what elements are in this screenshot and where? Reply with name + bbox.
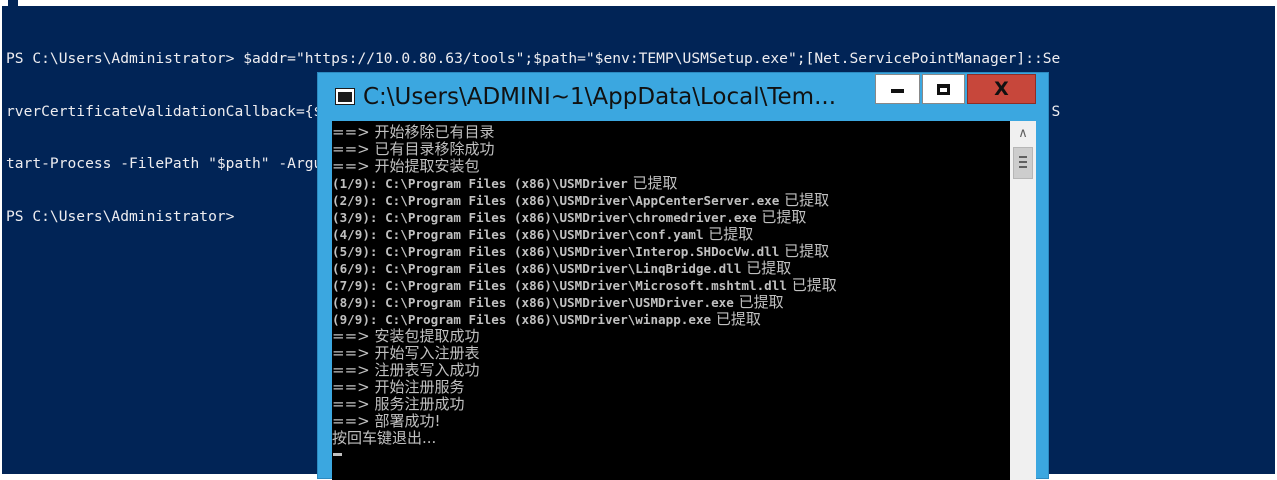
scroll-thumb[interactable] <box>1013 147 1033 179</box>
extract-line: (5/9): C:\Program Files (x86)\USMDriver\… <box>332 243 1010 260</box>
minimize-icon <box>891 89 904 93</box>
console-line-text: ==> 开始写入注册表 <box>332 344 480 362</box>
status-line: ==> 开始提取安装包 <box>332 158 1010 175</box>
console-line-text: (6/9): C:\Program Files (x86)\USMDriver\… <box>332 261 742 276</box>
console-line-status: 已提取 <box>741 259 792 277</box>
console-line-status: 已提取 <box>779 242 830 260</box>
status-line: ==> 部署成功! <box>332 413 1010 430</box>
console-line-status: 已提取 <box>756 208 807 226</box>
extract-line: (9/9): C:\Program Files (x86)\USMDriver\… <box>332 311 1010 328</box>
top-edge <box>0 0 1277 6</box>
extract-line: (2/9): C:\Program Files (x86)\USMDriver\… <box>332 192 1010 209</box>
console-line-status: 已提取 <box>779 191 830 209</box>
chevron-up-icon: ∧ <box>1018 125 1028 141</box>
status-line: ==> 注册表写入成功 <box>332 362 1010 379</box>
edge-mark <box>8 0 18 6</box>
console-line-text: (1/9): C:\Program Files (x86)\USMDriver <box>332 176 628 191</box>
extract-line: (7/9): C:\Program Files (x86)\USMDriver\… <box>332 277 1010 294</box>
extract-line: (1/9): C:\Program Files (x86)\USMDriver … <box>332 175 1010 192</box>
cmd-window[interactable]: C:\Users\ADMINI~1\AppData\Local\Tem... X… <box>317 72 1049 480</box>
status-line: ==> 开始注册服务 <box>332 379 1010 396</box>
window-title: C:\Users\ADMINI~1\AppData\Local\Tem... <box>363 84 837 110</box>
console-line-text: (7/9): C:\Program Files (x86)\USMDriver\… <box>332 278 787 293</box>
status-line: ==> 开始写入注册表 <box>332 345 1010 362</box>
maximize-icon <box>937 83 950 95</box>
status-line: ==> 已有目录移除成功 <box>332 141 1010 158</box>
console-line-text: ==> 开始移除已有目录 <box>332 123 495 141</box>
console-line-text: ==> 注册表写入成功 <box>332 361 480 379</box>
status-line: 按回车键退出... <box>332 430 1010 447</box>
cmd-console[interactable]: ==> 开始移除已有目录 ==> 已有目录移除成功 ==> 开始提取安装包 (1/9)… <box>332 121 1010 480</box>
maximize-button[interactable] <box>922 74 965 104</box>
console-line-text: (2/9): C:\Program Files (x86)\USMDriver\… <box>332 193 780 208</box>
console-line-text: ==> 安装包提取成功 <box>332 327 480 345</box>
extract-line: (8/9): C:\Program Files (x86)\USMDriver\… <box>332 294 1010 311</box>
console-line-text: (4/9): C:\Program Files (x86)\USMDriver\… <box>332 227 704 242</box>
text-cursor <box>333 453 342 456</box>
grip-icon <box>1019 166 1027 168</box>
status-line: ==> 安装包提取成功 <box>332 328 1010 345</box>
window-titlebar[interactable]: C:\Users\ADMINI~1\AppData\Local\Tem... X <box>318 73 1048 121</box>
console-line-text: ==> 已有目录移除成功 <box>332 140 495 158</box>
console-line-status: 已提取 <box>733 293 784 311</box>
console-line-text: ==> 部署成功! <box>332 412 441 430</box>
console-line-status: 已提取 <box>711 310 761 328</box>
powershell-line: PS C:\Users\Administrator> $addr="https:… <box>6 50 1061 67</box>
console-line-text: ==> 开始提取安装包 <box>332 157 480 175</box>
console-line-text: ==> 开始注册服务 <box>332 378 465 396</box>
grip-icon <box>1019 161 1027 163</box>
scroll-up-button[interactable]: ∧ <box>1010 121 1036 145</box>
console-line-status: 已提取 <box>786 276 837 294</box>
console-line-status: 已提取 <box>703 225 754 243</box>
console-line-text: (3/9): C:\Program Files (x86)\USMDriver\… <box>332 210 757 225</box>
vertical-scrollbar[interactable]: ∧ <box>1010 121 1036 480</box>
status-line: ==> 服务注册成功 <box>332 396 1010 413</box>
console-line-text: (5/9): C:\Program Files (x86)\USMDriver\… <box>332 244 780 259</box>
console-line-text: (9/9): C:\Program Files (x86)\USMDriver\… <box>332 312 712 327</box>
console-output: ==> 开始移除已有目录 ==> 已有目录移除成功 ==> 开始提取安装包 (1/9)… <box>332 124 1010 447</box>
extract-line: (3/9): C:\Program Files (x86)\USMDriver\… <box>332 209 1010 226</box>
minimize-button[interactable] <box>875 74 920 104</box>
status-line: ==> 开始移除已有目录 <box>332 124 1010 141</box>
left-edge <box>0 0 2 479</box>
console-line-text: ==> 服务注册成功 <box>332 395 465 413</box>
extract-line: (6/9): C:\Program Files (x86)\USMDriver\… <box>332 260 1010 277</box>
console-line-text: 按回车键退出... <box>332 429 437 447</box>
extract-line: (4/9): C:\Program Files (x86)\USMDriver\… <box>332 226 1010 243</box>
grip-icon <box>1019 156 1027 158</box>
console-app-icon[interactable] <box>335 88 355 105</box>
close-button[interactable]: X <box>967 74 1036 104</box>
close-icon: X <box>994 78 1009 100</box>
console-line-status: 已提取 <box>627 174 678 192</box>
console-line-text: (8/9): C:\Program Files (x86)\USMDriver\… <box>332 295 734 310</box>
